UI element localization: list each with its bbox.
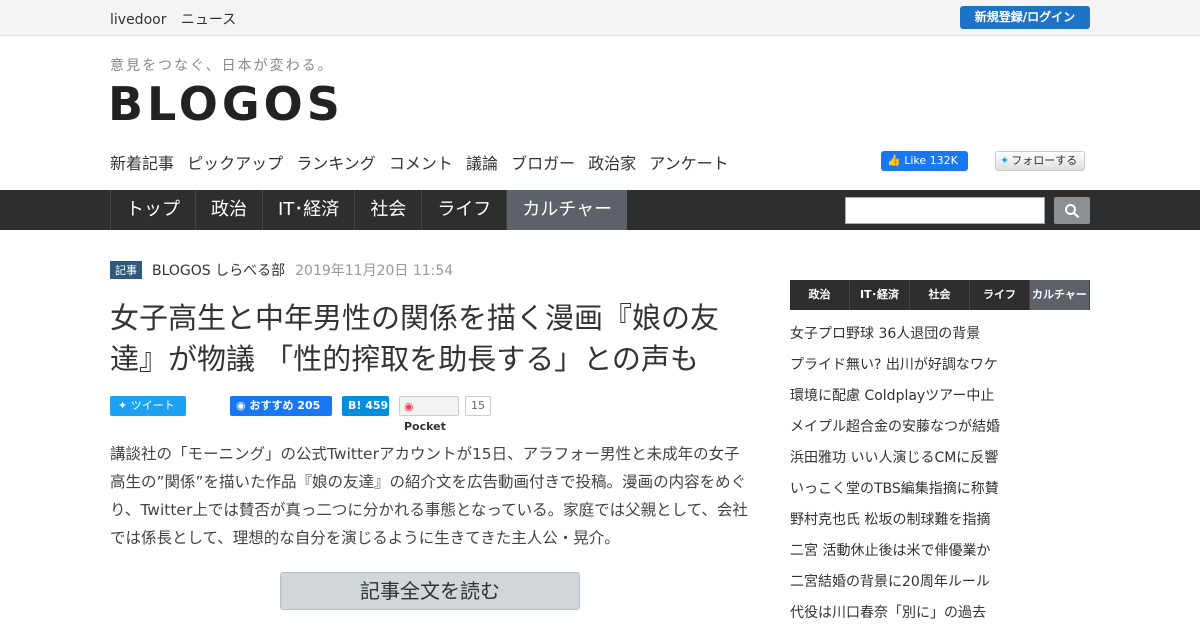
- subnav-new[interactable]: 新着記事: [110, 154, 174, 173]
- brand-livedoor[interactable]: livedoor: [110, 12, 166, 28]
- article-meta: 記事 BLOGOS しらべる部 2019年11月20日 11:54: [110, 260, 453, 280]
- search-button[interactable]: [1054, 197, 1090, 224]
- pocket-button[interactable]: ◉ Pocket: [399, 396, 459, 433]
- fb-like-count: 132K: [929, 154, 958, 167]
- twitter-follow-label: フォローする: [1011, 154, 1078, 167]
- twitter-bird-icon: ✦: [118, 399, 128, 412]
- nav-life[interactable]: ライフ: [421, 190, 506, 230]
- nav-culture[interactable]: カルチャー: [506, 190, 628, 230]
- fb-like-label: Like: [904, 154, 927, 167]
- list-item[interactable]: 浜田雅功 いい人演じるCMに反響: [790, 446, 1090, 477]
- top-bar: livedoor ニュース 新規登録/ログイン: [0, 0, 1200, 36]
- article-author[interactable]: BLOGOS しらべる部: [152, 260, 285, 280]
- read-full-article-button[interactable]: 記事全文を読む: [280, 572, 580, 610]
- sidebar-tab-culture[interactable]: カルチャー: [1030, 280, 1090, 310]
- brand-news[interactable]: ニュース: [181, 12, 236, 28]
- search-icon: [1065, 204, 1080, 219]
- nav-it-economy[interactable]: IT･経済: [262, 190, 354, 230]
- subnav-politician[interactable]: 政治家: [588, 154, 636, 173]
- nav-top[interactable]: トップ: [110, 190, 195, 230]
- twitter-follow-button[interactable]: ✦ フォローする: [995, 151, 1085, 171]
- nav-society[interactable]: 社会: [354, 190, 421, 230]
- hatena-bookmark-button[interactable]: B! 459: [342, 396, 389, 416]
- subnav-ranking[interactable]: ランキング: [296, 154, 376, 173]
- subnav-survey[interactable]: アンケート: [649, 154, 728, 173]
- pocket-count: 15: [465, 396, 491, 416]
- tweet-label: ツイート: [130, 399, 175, 412]
- facebook-icon: ◉: [236, 399, 246, 412]
- facebook-recommend-button[interactable]: ◉ おすすめ 205: [230, 396, 332, 416]
- twitter-bird-icon: ✦: [1000, 154, 1010, 167]
- site-logo[interactable]: BLOGOS: [108, 78, 344, 130]
- sidebar-tab-life[interactable]: ライフ: [970, 280, 1030, 310]
- site-tagline: 意見をつなぐ、日本が変わる。: [110, 58, 334, 74]
- list-item[interactable]: プライド無い? 出川が好調なワケ: [790, 353, 1090, 384]
- article-badge: 記事: [110, 261, 142, 279]
- article-headline[interactable]: 女子高生と中年男性の関係を描く漫画『娘の友達』が物議 「性的搾取を助長する」との…: [110, 298, 760, 380]
- site-brand[interactable]: livedoor ニュース: [110, 9, 246, 29]
- tweet-button[interactable]: ✦ ツイート: [110, 396, 186, 416]
- list-item[interactable]: 環境に配慮 Coldplayツアー中止: [790, 384, 1090, 415]
- fb-recommend-count: 205: [297, 399, 321, 412]
- subnav-pickup[interactable]: ピックアップ: [187, 154, 283, 173]
- sidebar-tab-it-economy[interactable]: IT･経済: [850, 280, 910, 310]
- sidebar-ranking-list: 女子プロ野球 36人退団の背景 プライド無い? 出川が好調なワケ 環境に配慮 C…: [790, 322, 1090, 630]
- pocket-label: Pocket: [404, 420, 446, 433]
- subnav-debate[interactable]: 議論: [466, 154, 498, 173]
- list-item[interactable]: いっこく堂のTBS編集指摘に称賛: [790, 477, 1090, 508]
- sub-navigation: 新着記事 ピックアップ ランキング コメント 議論 ブロガー 政治家 アンケート: [110, 150, 737, 174]
- pocket-icon: ◉: [404, 400, 414, 413]
- main-navigation: トップ 政治 IT･経済 社会 ライフ カルチャー: [0, 190, 1200, 230]
- thumbs-up-icon: 👍: [887, 154, 901, 167]
- subnav-blogger[interactable]: ブロガー: [511, 154, 575, 173]
- list-item[interactable]: 二宮 活動休止後は米で俳優業か: [790, 539, 1090, 570]
- sidebar-tabs: 政治 IT･経済 社会 ライフ カルチャー: [790, 280, 1090, 310]
- article-date: 2019年11月20日 11:54: [295, 263, 454, 279]
- search-input[interactable]: [845, 197, 1045, 224]
- sidebar-tab-society[interactable]: 社会: [910, 280, 970, 310]
- list-item[interactable]: 女子プロ野球 36人退団の背景: [790, 322, 1090, 353]
- sidebar-tab-politics[interactable]: 政治: [790, 280, 850, 310]
- list-item[interactable]: 代役は川口春奈「別に」の過去: [790, 601, 1090, 630]
- subnav-comment[interactable]: コメント: [389, 154, 453, 173]
- list-item[interactable]: 二宮結婚の背景に20周年ルール: [790, 570, 1090, 601]
- hatena-count: 459: [365, 399, 389, 412]
- article-summary: 講談社の「モーニング」の公式Twitterアカウントが15日、アラフォー男性と未…: [110, 445, 748, 547]
- list-item[interactable]: メイプル超合金の安藤なつが結婚: [790, 415, 1090, 446]
- signup-login-button[interactable]: 新規登録/ログイン: [960, 6, 1090, 29]
- nav-politics[interactable]: 政治: [195, 190, 262, 230]
- list-item[interactable]: 野村克也氏 松坂の制球難を指摘: [790, 508, 1090, 539]
- hatena-label: B!: [348, 399, 362, 412]
- facebook-like-button[interactable]: 👍 Like 132K: [881, 151, 968, 171]
- fb-recommend-label: おすすめ: [249, 399, 294, 412]
